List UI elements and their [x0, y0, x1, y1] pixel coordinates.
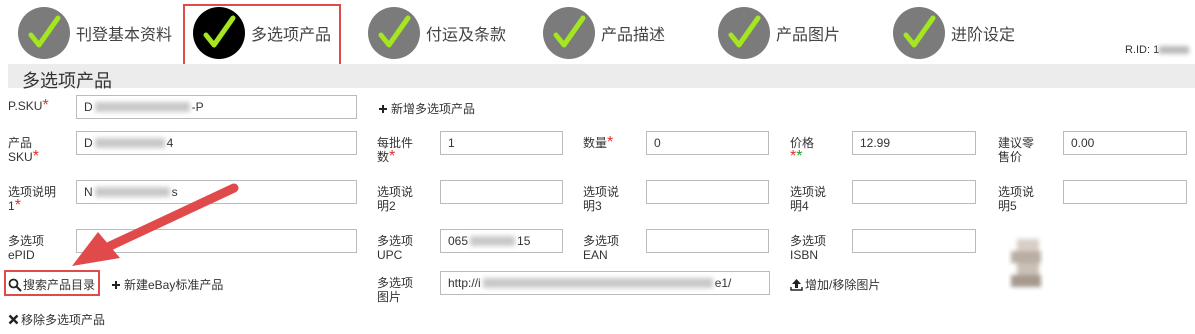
arrow-annotation	[72, 183, 239, 266]
